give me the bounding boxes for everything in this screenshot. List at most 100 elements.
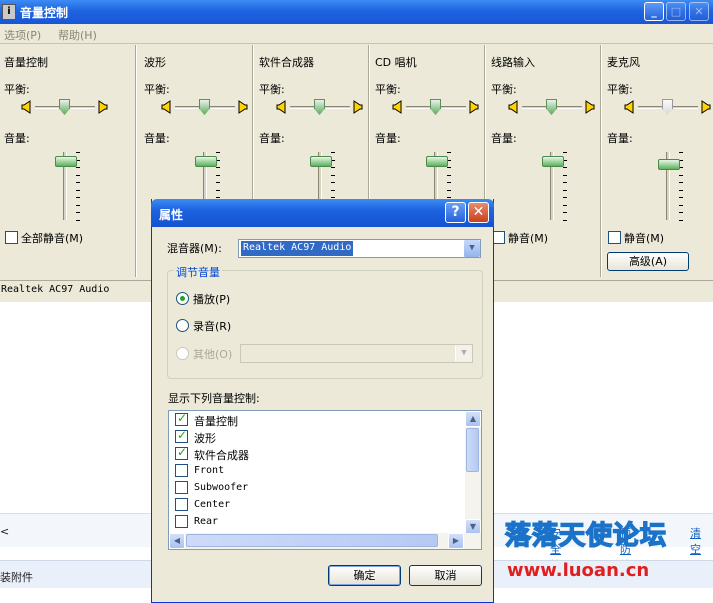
balance-label: 平衡:	[491, 83, 517, 96]
list-item[interactable]: 波形	[175, 428, 455, 446]
channel-divider	[600, 45, 602, 277]
dialog-title: 属性	[159, 208, 184, 222]
radio-other	[176, 347, 189, 360]
volume-slider-thumb[interactable]	[195, 156, 217, 167]
list-item[interactable]: Center	[175, 497, 455, 514]
speaker-right-icon	[585, 100, 595, 114]
balance-slider-thumb[interactable]	[546, 99, 557, 115]
horizontal-scroll-thumb[interactable]	[186, 534, 438, 547]
link-clear[interactable]: 清空	[690, 525, 701, 557]
background-left-glyph: <	[0, 525, 10, 538]
volume-controls-list-label: 显示下列音量控制:	[168, 392, 260, 405]
list-item-label: Front	[194, 465, 225, 476]
speaker-right-icon	[701, 100, 711, 114]
balance-label: 平衡:	[4, 83, 30, 96]
balance-slider-thumb[interactable]	[430, 99, 441, 115]
radio-playback-label[interactable]: 播放(P)	[193, 291, 230, 307]
status-device: Realtek AC97 Audio	[1, 284, 110, 295]
volume-slider-thumb[interactable]	[426, 156, 448, 167]
mute-checkbox[interactable]	[608, 231, 621, 244]
volume-slider-thumb[interactable]	[542, 156, 564, 167]
chevron-down-icon[interactable]: ▼	[463, 240, 480, 257]
list-item-checkbox[interactable]	[175, 411, 188, 426]
properties-dialog: 属性 ? ✕ 混音器(M): Realtek AC97 Audio ▼ 调节音量…	[151, 199, 494, 603]
dialog-close-icon[interactable]: ✕	[468, 202, 489, 223]
list-item-checkbox[interactable]	[175, 515, 188, 528]
speaker-left-icon	[21, 100, 31, 114]
list-item-label: Center	[194, 499, 231, 510]
volume-label: 音量:	[491, 132, 517, 145]
minimize-button[interactable]: _	[644, 2, 664, 21]
app-info-icon: i	[2, 4, 16, 20]
balance-slider-thumb[interactable]	[662, 99, 673, 115]
balance-slider-thumb[interactable]	[59, 99, 70, 115]
scroll-right-icon[interactable]: ▶	[448, 533, 464, 549]
forum-watermark-logo: 落落天使论坛	[504, 520, 668, 552]
list-item-label: Rear	[194, 516, 219, 527]
radio-record-label[interactable]: 录音(R)	[193, 318, 231, 334]
list-item-checkbox[interactable]	[175, 464, 188, 477]
help-icon[interactable]: ?	[445, 202, 466, 223]
channel-name: 波形	[144, 56, 166, 69]
volume-label: 音量:	[4, 132, 30, 145]
scroll-left-icon[interactable]: ◀	[169, 533, 185, 549]
channel-name: CD 唱机	[375, 56, 417, 69]
channel-5: 麦克风 平衡: 音量: 静音(M)	[603, 45, 713, 280]
speaker-right-icon	[98, 100, 108, 114]
volume-slider-thumb[interactable]	[55, 156, 77, 167]
speaker-right-icon	[238, 100, 248, 114]
adjust-volume-group: 调节音量 播放(P) 录音(R) 其他(O) ▼	[167, 264, 483, 379]
radio-other-label: 其他(O)	[193, 348, 233, 361]
dialog-titlebar[interactable]: 属性 ? ✕	[151, 199, 494, 227]
scroll-up-icon[interactable]: ▲	[465, 411, 481, 427]
list-item-label: Subwoofer	[194, 482, 249, 493]
balance-label: 平衡:	[607, 83, 633, 96]
mute-checkbox[interactable]	[5, 231, 18, 244]
list-item[interactable]: Rear	[175, 514, 455, 531]
channel-name: 麦克风	[607, 56, 640, 69]
volume-slider-thumb[interactable]	[658, 159, 680, 170]
ok-button[interactable]: 确定	[328, 565, 401, 586]
adjust-volume-group-title: 调节音量	[174, 264, 222, 280]
list-item-label: 音量控制	[194, 415, 238, 428]
speaker-left-icon	[508, 100, 518, 114]
balance-slider-thumb[interactable]	[199, 99, 210, 115]
balance-slider-thumb[interactable]	[314, 99, 325, 115]
radio-playback[interactable]	[176, 292, 189, 305]
cancel-button[interactable]: 取消	[409, 565, 482, 586]
balance-label: 平衡:	[375, 83, 401, 96]
channel-name: 软件合成器	[259, 56, 314, 69]
menu-options[interactable]: 选项(P)	[4, 27, 41, 43]
volume-label: 音量:	[144, 132, 170, 145]
list-item[interactable]: 软件合成器	[175, 445, 455, 463]
window-titlebar[interactable]: i 音量控制 _ □ ✕	[0, 0, 713, 24]
list-item-checkbox[interactable]	[175, 428, 188, 443]
list-item-label: 软件合成器	[194, 449, 249, 462]
channel-divider	[135, 45, 137, 277]
advanced-button[interactable]: 高级(A)	[607, 252, 689, 271]
list-item-checkbox[interactable]	[175, 445, 188, 460]
mixer-select-value: Realtek AC97 Audio	[241, 241, 354, 256]
mute-label[interactable]: 全部静音(M)	[21, 230, 83, 246]
volume-slider-thumb[interactable]	[310, 156, 332, 167]
list-item-checkbox[interactable]	[175, 498, 188, 511]
balance-label: 平衡:	[144, 83, 170, 96]
list-item[interactable]: Front	[175, 463, 455, 480]
channel-name: 音量控制	[4, 56, 48, 69]
menu-help[interactable]: 帮助(H)	[58, 27, 97, 43]
radio-record[interactable]	[176, 319, 189, 332]
mute-label[interactable]: 静音(M)	[508, 230, 548, 246]
mixer-label: 混音器(M):	[167, 242, 222, 255]
list-item[interactable]: 音量控制	[175, 411, 455, 429]
list-item-checkbox[interactable]	[175, 481, 188, 494]
list-item[interactable]: Subwoofer	[175, 480, 455, 497]
volume-controls-list[interactable]: 音量控制波形软件合成器FrontSubwooferCenterRear ▲ ▼ …	[168, 410, 482, 550]
vertical-scroll-thumb[interactable]	[466, 428, 479, 472]
forum-watermark-url: www.luoan.cn	[507, 560, 650, 581]
mixer-select[interactable]: Realtek AC97 Audio ▼	[238, 239, 481, 258]
speaker-left-icon	[624, 100, 634, 114]
list-vertical-scrollbar[interactable]: ▲ ▼	[465, 411, 481, 535]
mute-label[interactable]: 静音(M)	[624, 230, 664, 246]
list-horizontal-scrollbar[interactable]: ◀ ▶	[169, 533, 481, 549]
attachment-text[interactable]: 装附件	[0, 569, 33, 585]
